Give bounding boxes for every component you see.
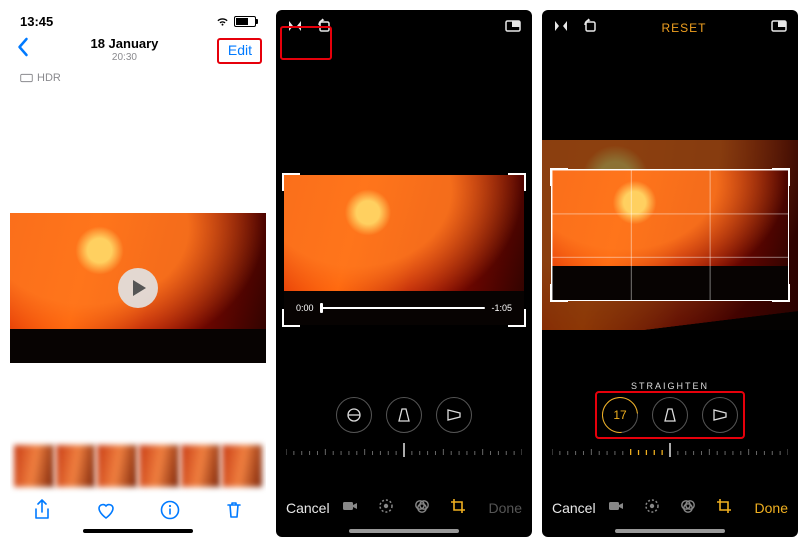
crop-canvas[interactable] bbox=[542, 140, 798, 330]
trim-start-time: 0:00 bbox=[296, 303, 314, 313]
home-indicator[interactable] bbox=[615, 529, 725, 533]
editor-top-bar bbox=[276, 10, 532, 46]
crop-tab-icon[interactable] bbox=[449, 497, 467, 520]
editor-bottom-bar: Cancel Done bbox=[542, 493, 798, 523]
done-button[interactable]: Done bbox=[755, 500, 788, 516]
straighten-button[interactable] bbox=[336, 397, 372, 433]
wifi-icon bbox=[215, 16, 230, 27]
battery-icon bbox=[234, 16, 256, 27]
adjust-circles bbox=[336, 397, 472, 433]
filters-tab-icon[interactable] bbox=[679, 497, 697, 520]
thumbnail-strip[interactable] bbox=[10, 443, 266, 489]
edit-button[interactable]: Edit bbox=[220, 38, 260, 62]
display-icon bbox=[20, 73, 33, 83]
status-time: 13:45 bbox=[20, 14, 53, 29]
straighten-editor-screen: RESET STRAIGHTEN 17 Cancel bbox=[542, 10, 798, 537]
trim-end-time: 1:05 bbox=[491, 303, 512, 313]
angle-ruler[interactable] bbox=[286, 441, 522, 459]
aspect-ratio-icon[interactable] bbox=[770, 17, 788, 40]
rotate-icon[interactable] bbox=[314, 17, 332, 40]
filters-tab-icon[interactable] bbox=[413, 497, 431, 520]
trim-bar[interactable]: 0:00 1:05 bbox=[296, 303, 512, 313]
reset-button[interactable]: RESET bbox=[661, 21, 706, 35]
done-button[interactable]: Done bbox=[489, 500, 522, 516]
cancel-button[interactable]: Cancel bbox=[286, 500, 330, 516]
video-preview[interactable] bbox=[10, 213, 266, 363]
adjust-circles: 17 bbox=[602, 397, 738, 433]
horizontal-perspective-button[interactable] bbox=[436, 397, 472, 433]
favorite-icon[interactable] bbox=[95, 499, 117, 521]
play-button-icon[interactable] bbox=[118, 268, 158, 308]
straighten-label: STRAIGHTEN bbox=[542, 381, 798, 391]
adjust-tab-icon[interactable] bbox=[377, 497, 395, 520]
status-bar: 13:45 bbox=[10, 10, 266, 32]
crop-canvas[interactable]: 0:00 1:05 bbox=[284, 175, 524, 325]
editor-bottom-bar: Cancel Done bbox=[276, 493, 532, 523]
adjust-tab-icon[interactable] bbox=[643, 497, 661, 520]
angle-ruler[interactable] bbox=[552, 441, 788, 459]
home-indicator[interactable] bbox=[83, 529, 193, 533]
rotate-icon[interactable] bbox=[580, 17, 598, 40]
flip-horizontal-icon[interactable] bbox=[552, 17, 570, 40]
video-tab-icon[interactable] bbox=[341, 497, 359, 520]
video-tab-icon[interactable] bbox=[607, 497, 625, 520]
back-button[interactable] bbox=[16, 37, 29, 63]
hdr-badge: HDR bbox=[10, 68, 266, 88]
trash-icon[interactable] bbox=[223, 499, 245, 521]
crop-tab-icon[interactable] bbox=[715, 497, 733, 520]
cancel-button[interactable]: Cancel bbox=[552, 500, 596, 516]
flip-horizontal-icon[interactable] bbox=[286, 17, 304, 40]
info-icon[interactable] bbox=[159, 499, 181, 521]
photo-title: 18 January 20:30 bbox=[90, 37, 158, 62]
straighten-button[interactable]: 17 bbox=[602, 397, 638, 433]
share-icon[interactable] bbox=[31, 499, 53, 521]
editor-top-bar: RESET bbox=[542, 10, 798, 46]
crop-editor-screen: 0:00 1:05 Cancel Done bbox=[276, 10, 532, 537]
vertical-perspective-button[interactable] bbox=[386, 397, 422, 433]
photos-view-screen: 13:45 18 January 20:30 Edit HDR bbox=[10, 10, 266, 537]
bottom-toolbar bbox=[10, 493, 266, 527]
horizontal-perspective-button[interactable] bbox=[702, 397, 738, 433]
home-indicator[interactable] bbox=[349, 529, 459, 533]
vertical-perspective-button[interactable] bbox=[652, 397, 688, 433]
nav-bar: 18 January 20:30 Edit bbox=[10, 32, 266, 68]
aspect-ratio-icon[interactable] bbox=[504, 17, 522, 40]
